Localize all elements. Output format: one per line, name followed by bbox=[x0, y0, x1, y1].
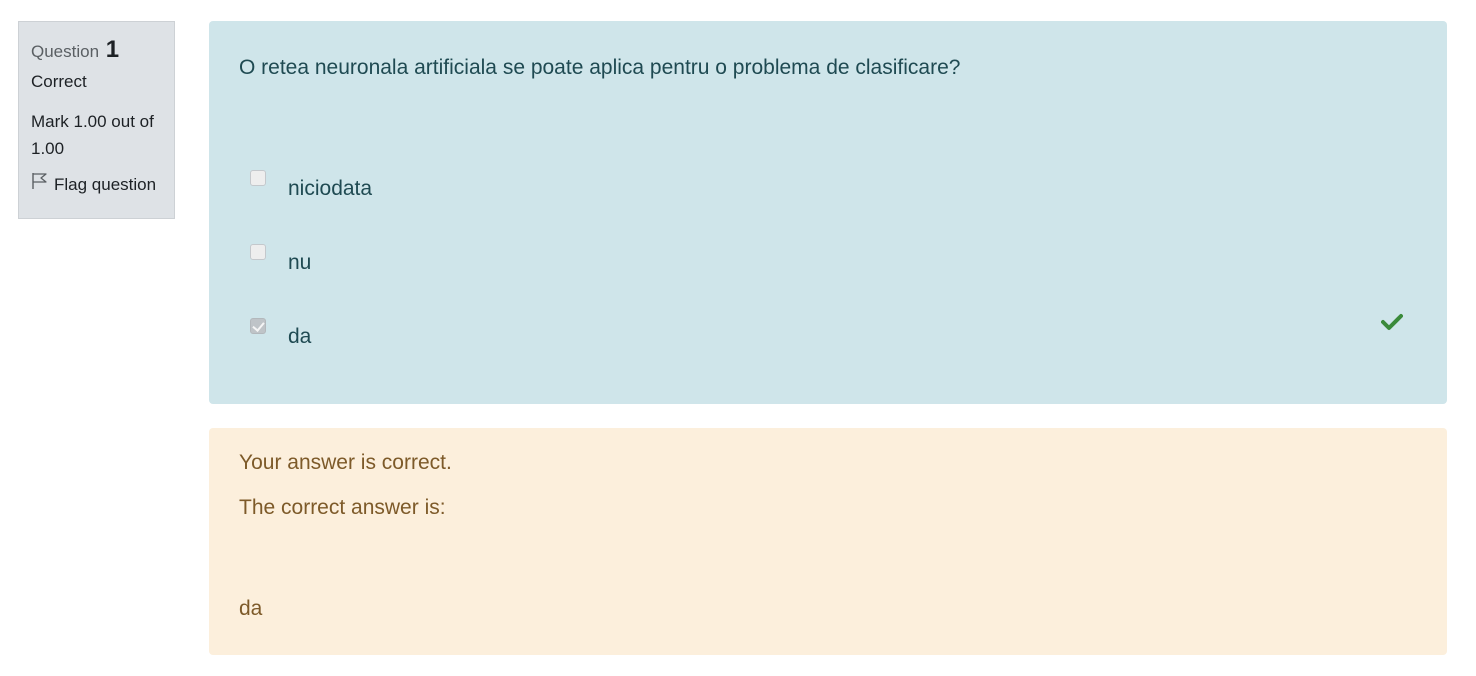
answer-label: niciodata bbox=[288, 177, 373, 200]
answer-checkbox[interactable] bbox=[250, 170, 266, 186]
answer-option[interactable]: niciodata bbox=[250, 170, 372, 202]
question-grade: Mark 1.00 out of 1.00 bbox=[31, 112, 154, 158]
question-number-heading: Question 1 bbox=[31, 32, 162, 68]
flag-question-label: Flag question bbox=[54, 174, 157, 194]
quiz-review-page: Question 1 Correct Mark 1.00 out of 1.00… bbox=[0, 0, 1476, 676]
feedback-box: Your answer is correct. The correct answ… bbox=[209, 428, 1447, 655]
answer-label: da bbox=[288, 325, 312, 348]
answer-option-selected[interactable]: da bbox=[250, 318, 311, 350]
question-label: Question bbox=[31, 42, 100, 61]
question-info-panel: Question 1 Correct Mark 1.00 out of 1.00… bbox=[18, 21, 175, 219]
flag-question-link[interactable]: Flag question bbox=[31, 172, 162, 197]
answer-checkbox-checked[interactable] bbox=[250, 318, 266, 334]
question-content-box: O retea neuronala artificiala se poate a… bbox=[209, 21, 1447, 404]
correct-answer-value: da bbox=[239, 597, 263, 620]
question-text: O retea neuronala artificiala se poate a… bbox=[239, 56, 961, 79]
question-state: Correct bbox=[31, 72, 87, 91]
checkmark-icon bbox=[1381, 313, 1403, 336]
flag-icon bbox=[31, 172, 54, 197]
question-number: 1 bbox=[105, 36, 120, 63]
feedback-result: Your answer is correct. bbox=[239, 451, 452, 474]
answer-checkbox[interactable] bbox=[250, 244, 266, 260]
answer-label: nu bbox=[288, 251, 312, 274]
correct-answer-label: The correct answer is: bbox=[239, 496, 446, 519]
answer-option[interactable]: nu bbox=[250, 244, 311, 276]
